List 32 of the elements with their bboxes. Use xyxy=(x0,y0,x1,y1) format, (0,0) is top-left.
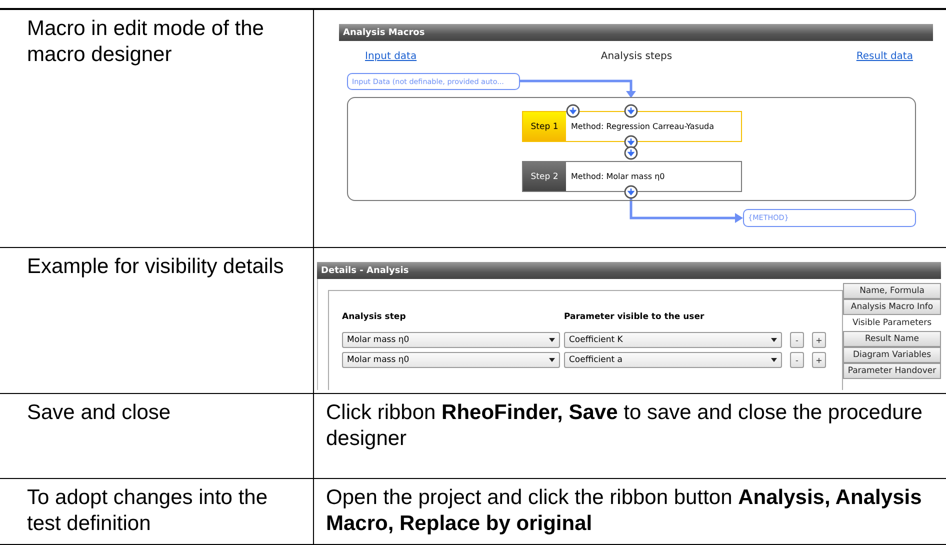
step-dropdown[interactable]: Molar mass η0 xyxy=(342,352,560,368)
instruction-text: Click ribbon RheoFinder, Save to save and close the procedure designer xyxy=(326,401,922,450)
side-tab[interactable]: Analysis Macro Info xyxy=(843,299,941,315)
parameter-dropdown[interactable]: Coefficient a xyxy=(564,352,782,368)
side-tab[interactable]: Diagram Variables xyxy=(843,347,941,363)
panel-title: Details - Analysis xyxy=(317,262,941,279)
caret-icon xyxy=(771,358,777,362)
remove-button[interactable]: - xyxy=(790,332,804,348)
result-data-link[interactable]: Result data xyxy=(856,44,913,70)
step-node[interactable]: Step 2 Method: Molar mass η0 xyxy=(522,161,742,192)
panel-title: Analysis Macros xyxy=(339,24,933,41)
column-header: Analysis step xyxy=(342,311,407,324)
row-label: Macro in edit mode of the macro designer xyxy=(27,17,264,66)
caret-icon xyxy=(549,338,555,342)
add-button[interactable]: + xyxy=(812,332,826,348)
caret-icon xyxy=(771,338,777,342)
row-label: To adopt changes into the test definition xyxy=(27,486,268,535)
input-data-link[interactable]: Input data xyxy=(365,44,417,70)
add-button[interactable]: + xyxy=(812,352,826,368)
caret-icon xyxy=(549,358,555,362)
row-label: Example for visibility details xyxy=(27,255,284,278)
steps-heading: Analysis steps xyxy=(600,50,672,64)
instruction-text: Open the project and click the ribbon button Analysis, Analysis Macro, Replace by original xyxy=(326,486,922,535)
side-tab[interactable]: Name, Formula xyxy=(843,283,941,299)
column-header: Parameter visible to the user xyxy=(564,311,706,324)
side-tab[interactable]: Parameter Handover xyxy=(843,363,941,379)
side-tab[interactable]: Result Name xyxy=(843,331,941,347)
step-node[interactable]: Step 1 Method: Regression Carreau-Yasuda xyxy=(522,111,742,142)
row-label: Save and close xyxy=(27,401,171,424)
step-dropdown[interactable]: Molar mass η0 xyxy=(342,332,560,348)
parameter-dropdown[interactable]: Coefficient K xyxy=(564,332,782,348)
remove-button[interactable]: - xyxy=(790,352,804,368)
